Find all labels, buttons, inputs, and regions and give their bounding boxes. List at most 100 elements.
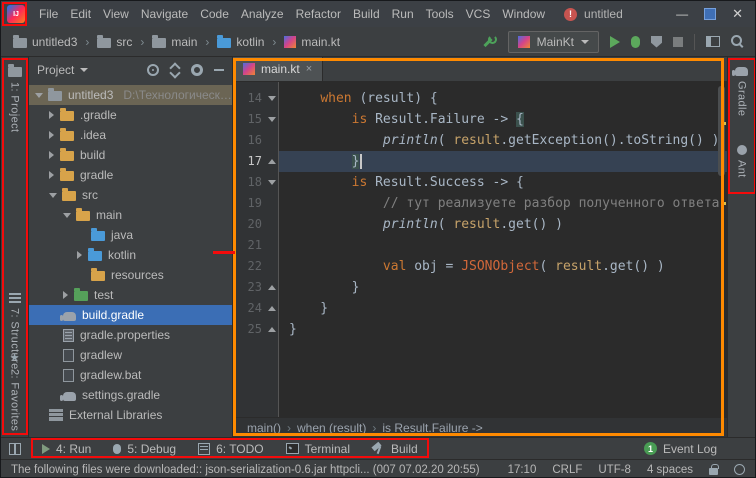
- expand-arrow-icon[interactable]: [63, 213, 71, 218]
- toolwindow-button-terminal[interactable]: Terminal: [275, 442, 361, 456]
- breadcrumb-kotlin[interactable]: kotlin: [215, 33, 266, 51]
- menu-tools[interactable]: Tools: [420, 5, 460, 23]
- code-line-18[interactable]: is Result.Success -> {: [289, 172, 727, 193]
- debug-button[interactable]: [631, 36, 640, 48]
- menu-vcs[interactable]: VCS: [460, 5, 497, 23]
- gear-icon[interactable]: [191, 64, 203, 76]
- tool-window-switcher-icon[interactable]: [9, 443, 21, 455]
- tree-item-test[interactable]: test: [29, 285, 232, 305]
- tree-item-gradlew-bat[interactable]: gradlew.bat: [29, 365, 232, 385]
- tree-item-gradle[interactable]: gradle: [29, 165, 232, 185]
- stripe-item-2-favorites[interactable]: ★2: Favorites: [1, 353, 28, 431]
- line-separator[interactable]: CRLF: [552, 464, 582, 476]
- tree-item-gradle-properties[interactable]: gradle.properties: [29, 325, 232, 345]
- stripe-item-1-project[interactable]: 1: Project: [1, 65, 28, 132]
- editor-breadcrumb-when-result[interactable]: when (result): [297, 421, 366, 435]
- menu-file[interactable]: File: [33, 5, 64, 23]
- toolwindow-button-4-run[interactable]: 4: Run: [31, 442, 102, 456]
- code-line-23[interactable]: }: [289, 277, 727, 298]
- lock-icon[interactable]: [709, 468, 718, 475]
- tree-item-main[interactable]: main: [29, 205, 232, 225]
- code-line-17[interactable]: }: [279, 151, 727, 172]
- code-line-25[interactable]: }: [289, 319, 727, 340]
- editor-scrollbar[interactable]: [716, 82, 727, 417]
- expand-arrow-icon[interactable]: [35, 93, 43, 98]
- scrollbar-thumb[interactable]: [718, 86, 725, 176]
- expand-arrow-icon[interactable]: [49, 171, 54, 179]
- tree-item-build[interactable]: build: [29, 145, 232, 165]
- code-line-19[interactable]: // тут реализуете разбор полученного отв…: [289, 193, 727, 214]
- coverage-button[interactable]: [651, 36, 662, 48]
- expand-arrow-icon[interactable]: [77, 251, 82, 259]
- toolwindow-button-build[interactable]: Build: [361, 442, 429, 456]
- menu-view[interactable]: View: [97, 5, 135, 23]
- code-line-15[interactable]: is Result.Failure -> {: [289, 109, 727, 130]
- gradle-sync-icon[interactable]: [483, 35, 497, 49]
- expand-arrow-icon[interactable]: [49, 151, 54, 159]
- fold-open-icon[interactable]: [268, 180, 276, 185]
- fold-close-icon[interactable]: [268, 285, 276, 290]
- breadcrumb-main[interactable]: main: [150, 33, 199, 51]
- chevron-down-icon[interactable]: [80, 68, 88, 72]
- tree-item-gradle[interactable]: .gradle: [29, 105, 232, 125]
- menu-analyze[interactable]: Analyze: [235, 5, 290, 23]
- code-line-22[interactable]: val obj = JSONObject( result.get() ): [289, 256, 727, 277]
- editor-breadcrumb-is-result-failure[interactable]: is Result.Failure ->: [382, 421, 482, 435]
- collapse-all-icon[interactable]: [170, 64, 180, 77]
- expand-arrow-icon[interactable]: [49, 131, 54, 139]
- menu-code[interactable]: Code: [194, 5, 235, 23]
- tree-item-resources[interactable]: resources: [29, 265, 232, 285]
- run-configuration-select[interactable]: MainKt: [508, 31, 599, 53]
- event-log-button[interactable]: 1 Event Log: [644, 442, 747, 456]
- expand-arrow-icon[interactable]: [49, 193, 57, 198]
- hide-panel-icon[interactable]: [214, 69, 224, 71]
- expand-arrow-icon[interactable]: [63, 291, 68, 299]
- menu-edit[interactable]: Edit: [64, 5, 97, 23]
- menu-build[interactable]: Build: [347, 5, 386, 23]
- tree-item-settings-gradle[interactable]: settings.gradle: [29, 385, 232, 405]
- code-line-16[interactable]: println( result.getException().toString(…: [289, 130, 727, 151]
- menu-run[interactable]: Run: [386, 5, 420, 23]
- tree-item-untitled3[interactable]: untitled3D:\Технологический...: [29, 85, 232, 105]
- fold-open-icon[interactable]: [268, 96, 276, 101]
- breadcrumb-src[interactable]: src: [95, 33, 134, 51]
- close-tab-icon[interactable]: [306, 63, 312, 75]
- tree-item-build-gradle[interactable]: build.gradle: [29, 305, 232, 325]
- tree-item-idea[interactable]: .idea: [29, 125, 232, 145]
- notification-alert-icon[interactable]: !: [564, 8, 577, 21]
- breadcrumb-untitled3[interactable]: untitled3: [11, 33, 79, 51]
- fold-close-icon[interactable]: [268, 159, 276, 164]
- breadcrumb-main-kt[interactable]: main.kt: [282, 33, 342, 51]
- fold-open-icon[interactable]: [268, 117, 276, 122]
- code-line-14[interactable]: when (result) {: [289, 88, 727, 109]
- close-button[interactable]: ✕: [732, 6, 743, 22]
- tree-item-external-libraries[interactable]: External Libraries: [29, 405, 232, 425]
- expand-arrow-icon[interactable]: [49, 111, 54, 119]
- stripe-item-ant[interactable]: Ant: [728, 145, 755, 178]
- tree-item-java[interactable]: java: [29, 225, 232, 245]
- run-button[interactable]: [610, 36, 620, 48]
- tree-item-kotlin[interactable]: kotlin: [29, 245, 232, 265]
- stop-button[interactable]: [673, 37, 683, 47]
- hector-inspections-icon[interactable]: [734, 464, 745, 475]
- code-editor[interactable]: when (result) { is Result.Failure -> { p…: [279, 82, 727, 417]
- project-panel-title[interactable]: Project: [37, 63, 74, 77]
- toolwindow-button-6-todo[interactable]: 6: TODO: [187, 442, 275, 456]
- code-line-21[interactable]: [289, 235, 727, 256]
- tool-window-layout-icon[interactable]: [706, 36, 720, 47]
- indent-style[interactable]: 4 spaces: [647, 464, 693, 476]
- toolwindow-button-5-debug[interactable]: 5: Debug: [102, 442, 187, 456]
- tree-item-src[interactable]: src: [29, 185, 232, 205]
- search-everywhere-icon[interactable]: [731, 35, 745, 49]
- menu-window[interactable]: Window: [496, 5, 551, 23]
- editor-tab-main-kt[interactable]: main.kt: [233, 57, 323, 81]
- fold-close-icon[interactable]: [268, 327, 276, 332]
- stripe-item-gradle[interactable]: Gradle: [728, 65, 755, 116]
- code-line-24[interactable]: }: [289, 298, 727, 319]
- file-encoding[interactable]: UTF-8: [598, 464, 631, 476]
- maximize-button[interactable]: [704, 8, 716, 20]
- menu-refactor[interactable]: Refactor: [290, 5, 347, 23]
- minimize-button[interactable]: —: [676, 7, 688, 21]
- fold-close-icon[interactable]: [268, 306, 276, 311]
- caret-position[interactable]: 17:10: [508, 464, 537, 476]
